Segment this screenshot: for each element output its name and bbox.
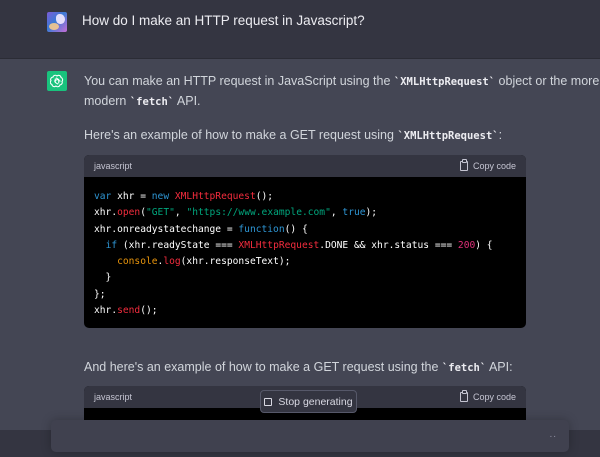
- assistant-intro-line1: You can make an HTTP request in JavaScri…: [84, 74, 600, 88]
- copy-code-button[interactable]: Copy code: [459, 390, 516, 402]
- code-language-label: javascript: [94, 392, 133, 402]
- code-line: };: [94, 288, 106, 300]
- code-line: console.log(xhr.responseText);: [117, 256, 291, 268]
- copy-code-button[interactable]: Copy code: [459, 159, 516, 171]
- copy-code-label: Copy code: [472, 161, 516, 171]
- clipboard-icon: [459, 390, 468, 402]
- copy-code-label: Copy code: [472, 392, 516, 402]
- message-input[interactable]: ..: [51, 420, 569, 452]
- code-line: xhr.open("GET", "https://www.example.com…: [94, 207, 378, 219]
- assistant-intro-line2: modern `fetch` API.: [84, 94, 201, 108]
- clipboard-icon: [459, 159, 468, 171]
- user-message-row: How do I make an HTTP request in Javascr…: [0, 0, 600, 59]
- inline-code-xmlhttprequest: `XMLHttpRequest`: [393, 76, 496, 88]
- user-avatar: [47, 12, 67, 32]
- code-block-xmlhttprequest: javascript Copy code var xhr = new XMLHt…: [84, 155, 526, 328]
- code-content: var xhr = new XMLHttpRequest(); xhr.open…: [84, 177, 526, 319]
- code-line: xhr.send();: [94, 305, 158, 317]
- user-message-text: How do I make an HTTP request in Javascr…: [82, 13, 365, 28]
- example2-text: And here's an example of how to make a G…: [84, 360, 513, 374]
- inline-code-xmlhttprequest-2: `XMLHttpRequest`: [397, 130, 499, 142]
- example1-text: Here's an example of how to make a GET r…: [84, 128, 503, 142]
- code-line: }: [94, 272, 112, 284]
- typing-indicator: ..: [549, 429, 557, 440]
- code-block-header: javascript Copy code: [84, 155, 526, 177]
- code-language-label: javascript: [94, 161, 133, 171]
- assistant-avatar-icon: [47, 71, 67, 91]
- code-line: var xhr = new XMLHttpRequest();: [94, 191, 274, 202]
- stop-generating-button[interactable]: Stop generating: [260, 390, 357, 413]
- stop-generating-label: Stop generating: [278, 395, 353, 408]
- code-line: if (xhr.readyState === XMLHttpRequest.DO…: [105, 239, 493, 251]
- inline-code-fetch: `fetch`: [129, 96, 175, 108]
- inline-code-fetch-2: `fetch`: [441, 362, 487, 374]
- code-line: xhr.onreadystatechange = function() {: [94, 223, 308, 235]
- stop-icon: [264, 397, 273, 406]
